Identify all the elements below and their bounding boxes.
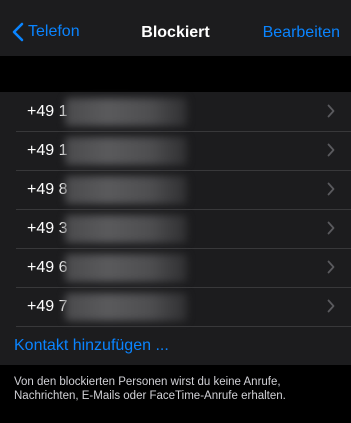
redacted-number-blur	[65, 254, 187, 282]
add-contact-button[interactable]: Kontakt hinzufügen ...	[14, 337, 169, 355]
back-button-label: Telefon	[28, 23, 80, 40]
phone-number-prefix: +49 1	[27, 141, 68, 159]
chevron-right-icon	[327, 182, 335, 196]
blocked-row[interactable]: +49 7	[0, 287, 351, 326]
blocked-list: +49 1 +49 1 +49 8 +49 3 +49 6 +49 7 Kont…	[0, 92, 351, 365]
chevron-left-icon	[12, 22, 24, 42]
chevron-right-icon	[327, 260, 335, 274]
redacted-number-blur	[65, 176, 187, 204]
phone-number-prefix: +49 6	[27, 258, 68, 276]
blocked-row[interactable]: +49 3	[0, 209, 351, 248]
blocked-row[interactable]: +49 1	[0, 131, 351, 170]
edit-button[interactable]: Bearbeiten	[263, 24, 340, 42]
blocked-row[interactable]: +49 6	[0, 248, 351, 287]
chevron-right-icon	[327, 299, 335, 313]
phone-number-prefix: +49 3	[27, 219, 68, 237]
phone-number-prefix: +49 7	[27, 297, 68, 315]
section-header-spacer	[0, 56, 351, 92]
blocked-row[interactable]: +49 1	[0, 92, 351, 131]
phone-number-prefix: +49 8	[27, 180, 68, 198]
phone-number-prefix: +49 1	[27, 102, 68, 120]
blocked-row[interactable]: +49 8	[0, 170, 351, 209]
add-contact-row[interactable]: Kontakt hinzufügen ...	[0, 326, 351, 365]
back-button[interactable]: Telefon	[12, 22, 80, 42]
redacted-number-blur	[65, 293, 187, 321]
chevron-right-icon	[327, 143, 335, 157]
redacted-number-blur	[65, 215, 187, 243]
footer-note: Von den blockierten Personen wirst du ke…	[0, 365, 351, 423]
redacted-number-blur	[65, 137, 187, 165]
footer-text: Von den blockierten Personen wirst du ke…	[14, 376, 286, 402]
chevron-right-icon	[327, 104, 335, 118]
redacted-number-blur	[65, 98, 187, 126]
navigation-bar: Telefon Blockiert Bearbeiten	[0, 0, 351, 56]
chevron-right-icon	[327, 221, 335, 235]
